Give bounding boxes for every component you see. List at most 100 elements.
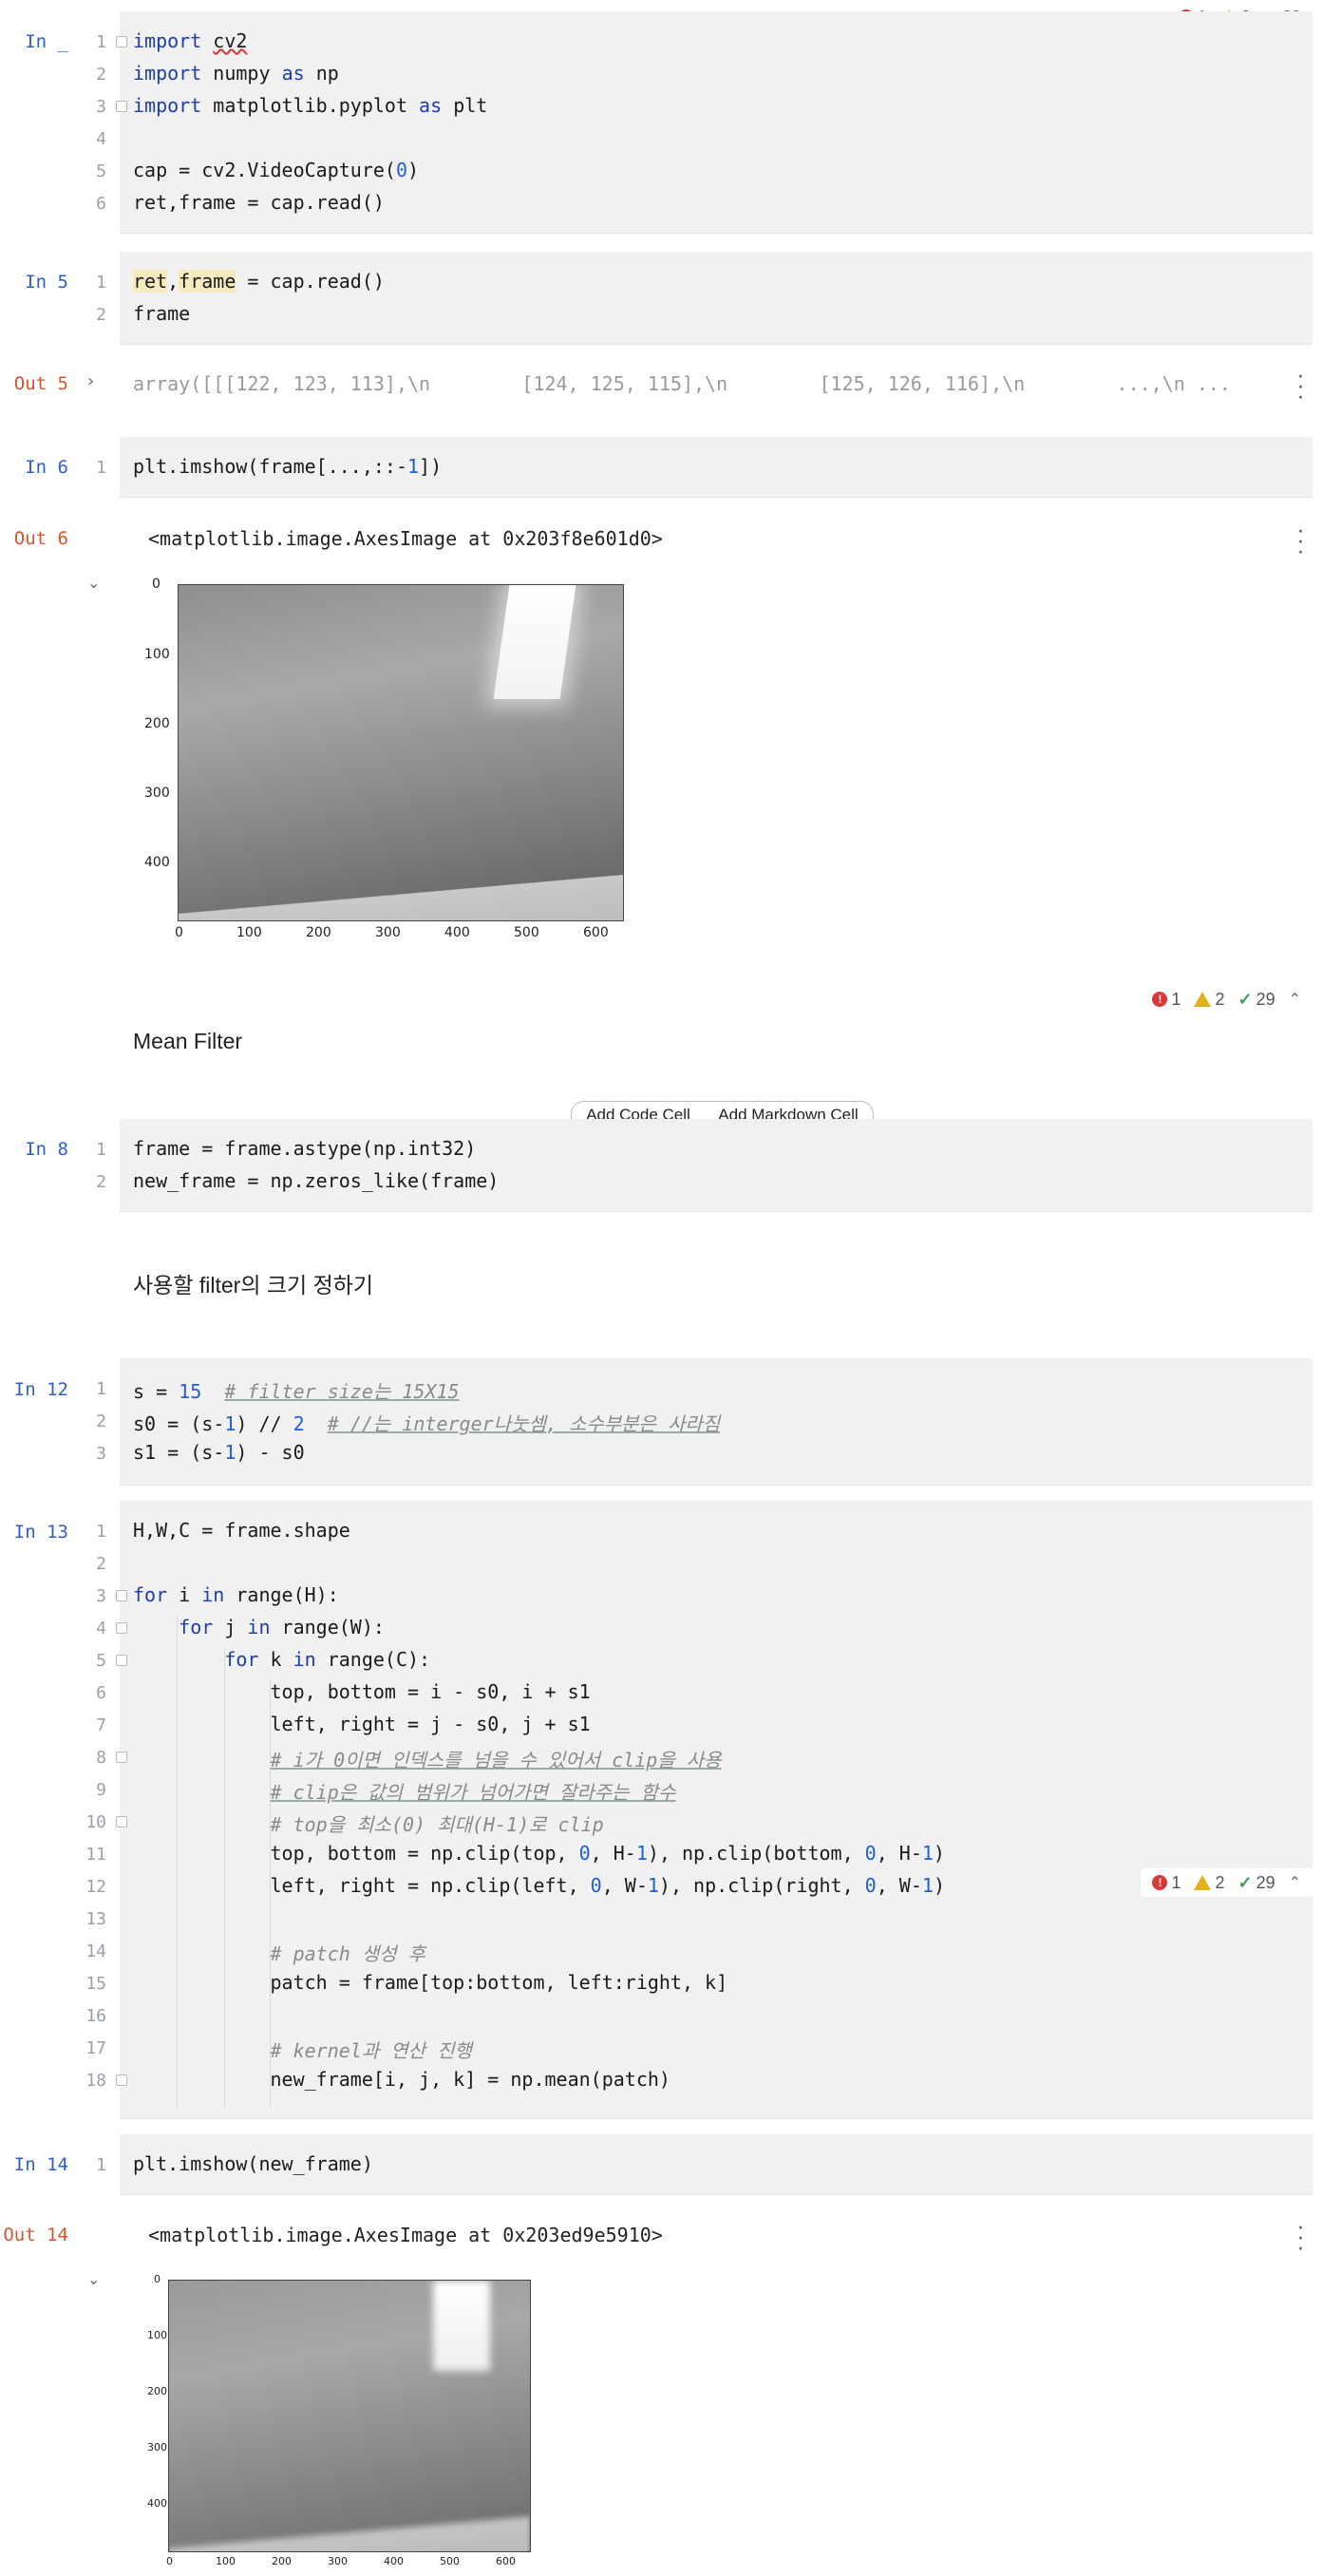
markdown-text: 사용할 filter의 크기 정하기 (133, 1273, 374, 1297)
cell-prompt: In _ (25, 31, 68, 52)
fold-marker-icon[interactable] (116, 1816, 127, 1828)
cell-prompt: In 5 (25, 272, 68, 293)
line-number: 15 (85, 1974, 106, 1994)
code-line[interactable]: s = 15 # filter size는 15X15 (133, 1376, 460, 1404)
code-line[interactable]: for k in range(C): (133, 1648, 430, 1671)
line-number: 7 (96, 1715, 106, 1735)
code-line[interactable]: import cv2 (133, 29, 247, 52)
y-tick: 300 (147, 2441, 167, 2453)
code-line[interactable]: cap = cv2.VideoCapture(0) (133, 159, 419, 181)
code-line[interactable]: top, bottom = i - s0, i + s1 (133, 1680, 591, 1703)
x-tick: 400 (444, 925, 470, 940)
more-vertical-icon[interactable]: · · · (1297, 522, 1304, 564)
line-number: 1 (96, 32, 106, 52)
code-line[interactable]: frame (133, 302, 190, 325)
x-tick: 100 (236, 925, 262, 940)
weak-warning-icon: ✓ (1237, 989, 1253, 1009)
code-line[interactable]: H,W,C = frame.shape (133, 1519, 350, 1542)
fold-marker-icon[interactable] (116, 1622, 127, 1634)
fold-marker-icon[interactable] (116, 1752, 127, 1763)
code-line[interactable]: for i in range(H): (133, 1583, 339, 1606)
y-tick: 400 (144, 855, 170, 870)
code-line[interactable]: top, bottom = np.clip(top, 0, H-1), np.c… (133, 1842, 945, 1865)
more-vertical-icon[interactable]: · · · (1297, 2219, 1304, 2261)
warning-count: 2 (1194, 1873, 1224, 1893)
fold-marker-icon[interactable] (116, 101, 127, 112)
line-number: 3 (96, 1586, 106, 1606)
line-number: 5 (96, 1651, 106, 1671)
line-number: 6 (96, 1683, 106, 1703)
code-line[interactable]: # patch 생성 후 (133, 1939, 426, 1966)
fold-marker-icon[interactable] (116, 2074, 127, 2086)
line-number: 1 (96, 2155, 106, 2175)
code-cell-2[interactable] (120, 252, 1313, 345)
code-line[interactable]: ret,frame = cap.read() (133, 270, 385, 293)
output-prompt: Out 6 (13, 528, 68, 549)
line-number: 18 (85, 2071, 106, 2091)
weak-warning-icon: ✓ (1237, 1872, 1253, 1892)
code-line[interactable]: frame = frame.astype(np.int32) (133, 1137, 476, 1160)
x-tick: 600 (583, 925, 609, 940)
x-tick: 400 (384, 2555, 404, 2567)
weak-warning-count: ✓29 (1237, 989, 1275, 1009)
chevron-down-icon[interactable]: ⌄ (87, 2270, 100, 2288)
x-tick: 200 (306, 925, 331, 940)
cell-prompt: In 8 (25, 1139, 68, 1160)
error-count: !1 (1152, 1873, 1180, 1893)
x-tick: 500 (514, 925, 539, 940)
cell-prompt: In 14 (13, 2154, 68, 2175)
code-line[interactable]: # kernel과 연산 진행 (133, 2036, 472, 2063)
code-line[interactable]: plt.imshow(new_frame) (133, 2152, 373, 2175)
code-line[interactable]: plt.imshow(frame[...,::-1]) (133, 455, 442, 478)
fold-marker-icon[interactable] (116, 1590, 127, 1601)
more-vertical-icon[interactable]: · · · (1297, 368, 1304, 409)
code-line[interactable]: patch = frame[top:bottom, left:right, k] (133, 1971, 728, 1994)
code-line[interactable]: s0 = (s-1) // 2 # //는 interger나눗셈, 소수부분은… (133, 1409, 720, 1436)
warning-icon (1194, 992, 1212, 1007)
y-tick: 200 (144, 716, 170, 731)
x-tick: 300 (375, 925, 401, 940)
code-line[interactable]: import numpy as np (133, 62, 339, 85)
chevron-right-icon[interactable]: › (87, 371, 94, 391)
code-line[interactable]: left, right = j - s0, j + s1 (133, 1713, 591, 1735)
line-number: 5 (96, 161, 106, 181)
x-tick: 200 (272, 2555, 292, 2567)
y-tick: 200 (147, 2385, 167, 2397)
code-cell-4[interactable] (120, 1119, 1313, 1212)
code-line[interactable]: # top을 최소(0) 최대(H-1)로 clip (133, 1809, 604, 1837)
fold-marker-icon[interactable] (116, 1655, 127, 1666)
line-number: 2 (96, 1554, 106, 1574)
line-number: 3 (96, 1444, 106, 1464)
code-line[interactable]: for j in range(W): (133, 1616, 385, 1638)
y-tick: 100 (147, 2329, 167, 2341)
inspection-widget[interactable]: ! 1 2 ✓ 29 ⌃ (1141, 1868, 1313, 1897)
fold-marker-icon[interactable] (116, 36, 127, 47)
code-line[interactable]: left, right = np.clip(left, 0, W-1), np.… (133, 1874, 945, 1897)
y-tick: 400 (147, 2497, 167, 2510)
code-line[interactable]: import matplotlib.pyplot as plt (133, 94, 487, 117)
code-line[interactable]: s1 = (s-1) - s0 (133, 1441, 305, 1464)
inspection-widget[interactable]: ! 1 2 ✓ 29 ⌃ (1141, 985, 1313, 1013)
code-line[interactable]: ret,frame = cap.read() (133, 191, 385, 214)
code-line[interactable]: new_frame = np.zeros_like(frame) (133, 1169, 499, 1192)
weak-warning-count: ✓29 (1237, 1872, 1275, 1892)
line-number: 2 (96, 65, 106, 85)
line-number: 10 (85, 1812, 106, 1832)
x-tick: 300 (328, 2555, 348, 2567)
cell-prompt: In 12 (13, 1379, 68, 1400)
y-tick: 0 (152, 577, 161, 592)
line-number: 1 (96, 1379, 106, 1399)
error-icon: ! (1152, 992, 1168, 1007)
line-number: 2 (96, 1411, 106, 1431)
chevron-down-icon[interactable]: ⌄ (87, 574, 100, 592)
chevron-up-icon[interactable]: ⌃ (1289, 990, 1301, 1009)
y-tick: 300 (144, 786, 170, 801)
chevron-up-icon[interactable]: ⌃ (1289, 1873, 1301, 1892)
code-line[interactable]: # i가 0이면 인덱스를 넘을 수 있어서 clip을 사용 (133, 1745, 722, 1772)
code-line[interactable]: # clip은 값의 범위가 넘어가면 잘라주는 함수 (133, 1777, 676, 1805)
code-line[interactable]: new_frame[i, j, k] = np.mean(patch) (133, 2068, 670, 2091)
output-text: array([[[122, 123, 113],\n [124, 125, 11… (133, 372, 1231, 395)
line-number: 1 (96, 1522, 106, 1542)
x-tick: 100 (216, 2555, 236, 2567)
line-number: 2 (96, 305, 106, 325)
